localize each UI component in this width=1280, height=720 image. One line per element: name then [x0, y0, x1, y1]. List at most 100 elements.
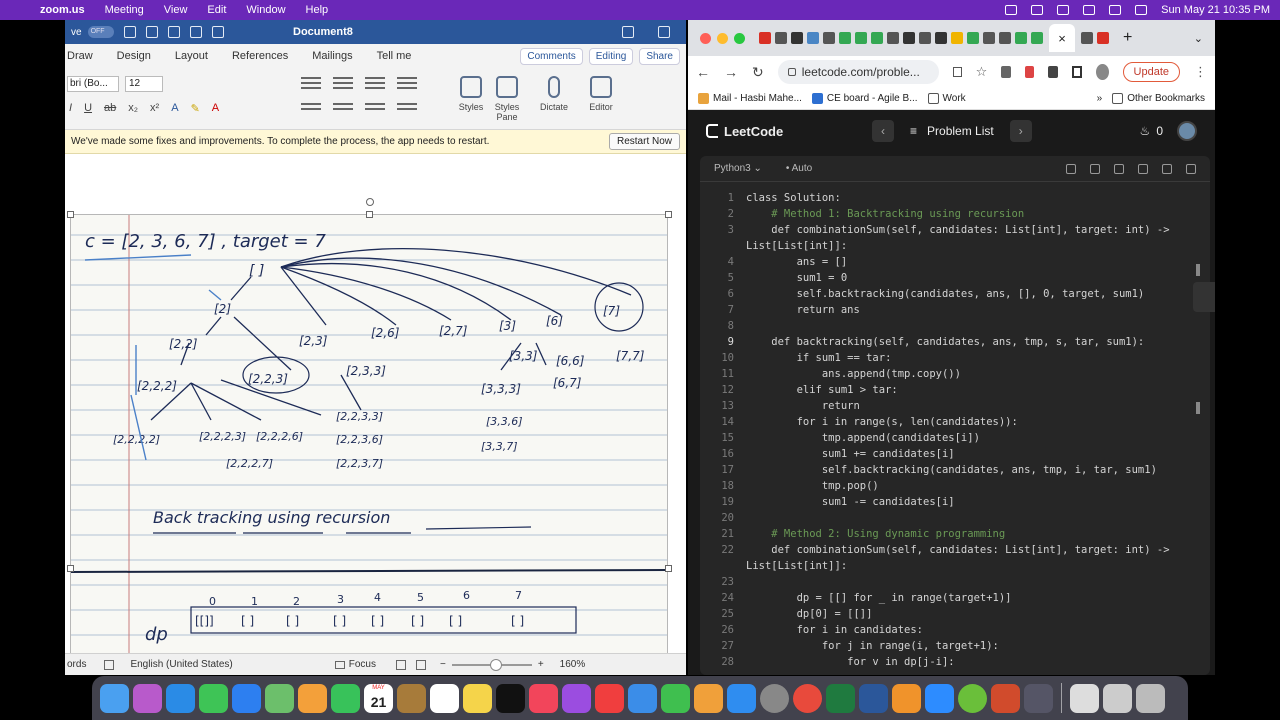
tab-icon[interactable]: [823, 32, 835, 44]
code-line[interactable]: 14 for i in range(s, len(candidates)):: [700, 414, 1210, 430]
contacts-icon[interactable]: [397, 683, 426, 713]
finder-icon[interactable]: [100, 683, 129, 713]
code-line[interactable]: 18 tmp.pop(): [700, 478, 1210, 494]
moon-icon[interactable]: [1005, 5, 1018, 15]
podcasts-icon[interactable]: [562, 683, 591, 713]
zoom-slider[interactable]: [451, 658, 532, 671]
mail-icon[interactable]: [232, 683, 261, 713]
shortcut-icon[interactable]: [1138, 163, 1148, 174]
music-icon[interactable]: [529, 683, 558, 713]
keynote-icon[interactable]: [628, 683, 657, 713]
superscript-icon[interactable]: x²: [150, 102, 159, 115]
tab-g-icon[interactable]: [839, 32, 851, 44]
code-line[interactable]: 9 def backtracking(self, candidates, ans…: [700, 334, 1210, 350]
restart-now-button[interactable]: Restart Now: [608, 133, 680, 150]
prev-problem-button[interactable]: ‹: [872, 120, 894, 142]
code-line[interactable]: 12 elif sum1 > tar:: [700, 382, 1210, 398]
code-line[interactable]: 19 sum1 -= candidates[i]: [700, 494, 1210, 510]
rotate-handle[interactable]: [366, 198, 374, 206]
tab-icon[interactable]: [999, 32, 1011, 44]
save-icon[interactable]: [145, 26, 158, 38]
settings-icon[interactable]: [1162, 163, 1172, 174]
tab-search-icon[interactable]: ⌄: [1194, 32, 1203, 45]
extensions-puzzle-icon[interactable]: [1048, 66, 1058, 78]
share-button[interactable]: Share: [639, 47, 680, 65]
focus-button[interactable]: Focus: [349, 659, 376, 670]
tab-icon[interactable]: [1081, 32, 1093, 44]
tab-icon[interactable]: [807, 32, 819, 44]
bookmark-icon[interactable]: [1066, 163, 1076, 174]
code-line[interactable]: 1 class Solution:: [700, 190, 1210, 206]
leetcode-logo[interactable]: LeetCode: [706, 124, 783, 139]
forward-icon[interactable]: →: [724, 64, 738, 80]
zoom-icon[interactable]: [925, 683, 954, 713]
tab-references[interactable]: References: [232, 50, 288, 62]
clock[interactable]: Sun May 21 10:35 PM: [1161, 4, 1270, 16]
excel-icon[interactable]: [826, 683, 855, 713]
app-store-icon[interactable]: [727, 683, 756, 713]
redo-icon[interactable]: [189, 26, 202, 38]
resize-handle-tm[interactable]: [366, 211, 373, 218]
tab-icon[interactable]: [951, 32, 963, 44]
wifi-icon[interactable]: [1083, 5, 1096, 15]
zoom-in[interactable]: +: [538, 659, 544, 670]
zoom-level[interactable]: 160%: [560, 659, 586, 670]
new-tab-button[interactable]: +: [1123, 29, 1132, 47]
menu-edit[interactable]: Edit: [207, 4, 226, 16]
facetime-icon[interactable]: [331, 683, 360, 713]
proofing-icon[interactable]: [104, 659, 115, 670]
tell-me[interactable]: Tell me: [377, 50, 412, 62]
code-line[interactable]: 5 sum1 = 0: [700, 270, 1210, 286]
code-line[interactable]: 15 tmp.append(candidates[i]): [700, 430, 1210, 446]
tab-github-icon[interactable]: [903, 32, 915, 44]
battery-icon[interactable]: [1057, 5, 1070, 15]
tab-g-icon[interactable]: [1031, 32, 1043, 44]
code-line[interactable]: 2 # Method 1: Backtracking using recursi…: [700, 206, 1210, 222]
chrome-icon[interactable]: [793, 683, 822, 713]
play-icon[interactable]: [1031, 5, 1044, 15]
indent-icon[interactable]: [397, 74, 417, 92]
italic-icon[interactable]: I: [69, 102, 72, 115]
tab-github-icon[interactable]: [935, 32, 947, 44]
trash-icon[interactable]: [1136, 683, 1165, 713]
subscript-icon[interactable]: x₂: [128, 102, 138, 115]
fullscreen-icon[interactable]: [1186, 163, 1196, 174]
tab-icon[interactable]: [775, 32, 787, 44]
document-canvas[interactable]: c = [2, 3, 6, 7] , target = 7 [ ] [2] [2…: [65, 154, 686, 659]
tab-design[interactable]: Design: [117, 50, 151, 62]
reset-icon[interactable]: [1114, 163, 1124, 174]
code-line[interactable]: 28 for v in dp[j-i]:: [700, 654, 1210, 670]
sublime-icon[interactable]: [892, 683, 921, 713]
code-line[interactable]: 17 self.backtracking(candidates, ans, tm…: [700, 462, 1210, 478]
tab-layout[interactable]: Layout: [175, 50, 208, 62]
tab-g-icon[interactable]: [871, 32, 883, 44]
calendar-icon[interactable]: MAY 21: [364, 683, 393, 713]
code-line[interactable]: 4 ans = []: [700, 254, 1210, 270]
comments-button[interactable]: Comments: [520, 47, 583, 65]
menu-meeting[interactable]: Meeting: [105, 4, 144, 16]
multilevel-icon[interactable]: [365, 74, 385, 92]
active-tab-close[interactable]: ×: [1049, 24, 1075, 52]
close-window-icon[interactable]: [700, 32, 711, 44]
tab-gmail-icon[interactable]: [1097, 32, 1109, 44]
align-right-icon[interactable]: [365, 100, 385, 113]
tab-g-icon[interactable]: [967, 32, 979, 44]
language-select[interactable]: Python3 ⌄: [714, 163, 762, 174]
code-line[interactable]: 27 for j in range(i, target+1):: [700, 638, 1210, 654]
back-icon[interactable]: ←: [696, 64, 710, 80]
more-menu-icon[interactable]: ⋮: [1194, 64, 1207, 80]
apple-tv-icon[interactable]: [496, 683, 525, 713]
address-bar[interactable]: leetcode.com/proble...: [777, 60, 940, 84]
search-icon[interactable]: [622, 26, 634, 38]
bookmark-star-icon[interactable]: ☆: [976, 64, 988, 80]
code-line[interactable]: 24 dp = [[] for _ in range(target+1)]: [700, 590, 1210, 606]
code-line[interactable]: 20: [700, 510, 1210, 526]
code-line[interactable]: 22 def combinationSum(self, candidates: …: [700, 542, 1210, 558]
news-icon[interactable]: [595, 683, 624, 713]
notes-side-button[interactable]: [1193, 282, 1215, 312]
update-button[interactable]: Update: [1122, 62, 1180, 82]
reminders-icon[interactable]: [430, 683, 459, 713]
strikethrough-icon[interactable]: ab: [104, 102, 116, 115]
dictate-button[interactable]: Dictate: [532, 76, 576, 112]
powerpoint-icon[interactable]: [991, 683, 1020, 713]
